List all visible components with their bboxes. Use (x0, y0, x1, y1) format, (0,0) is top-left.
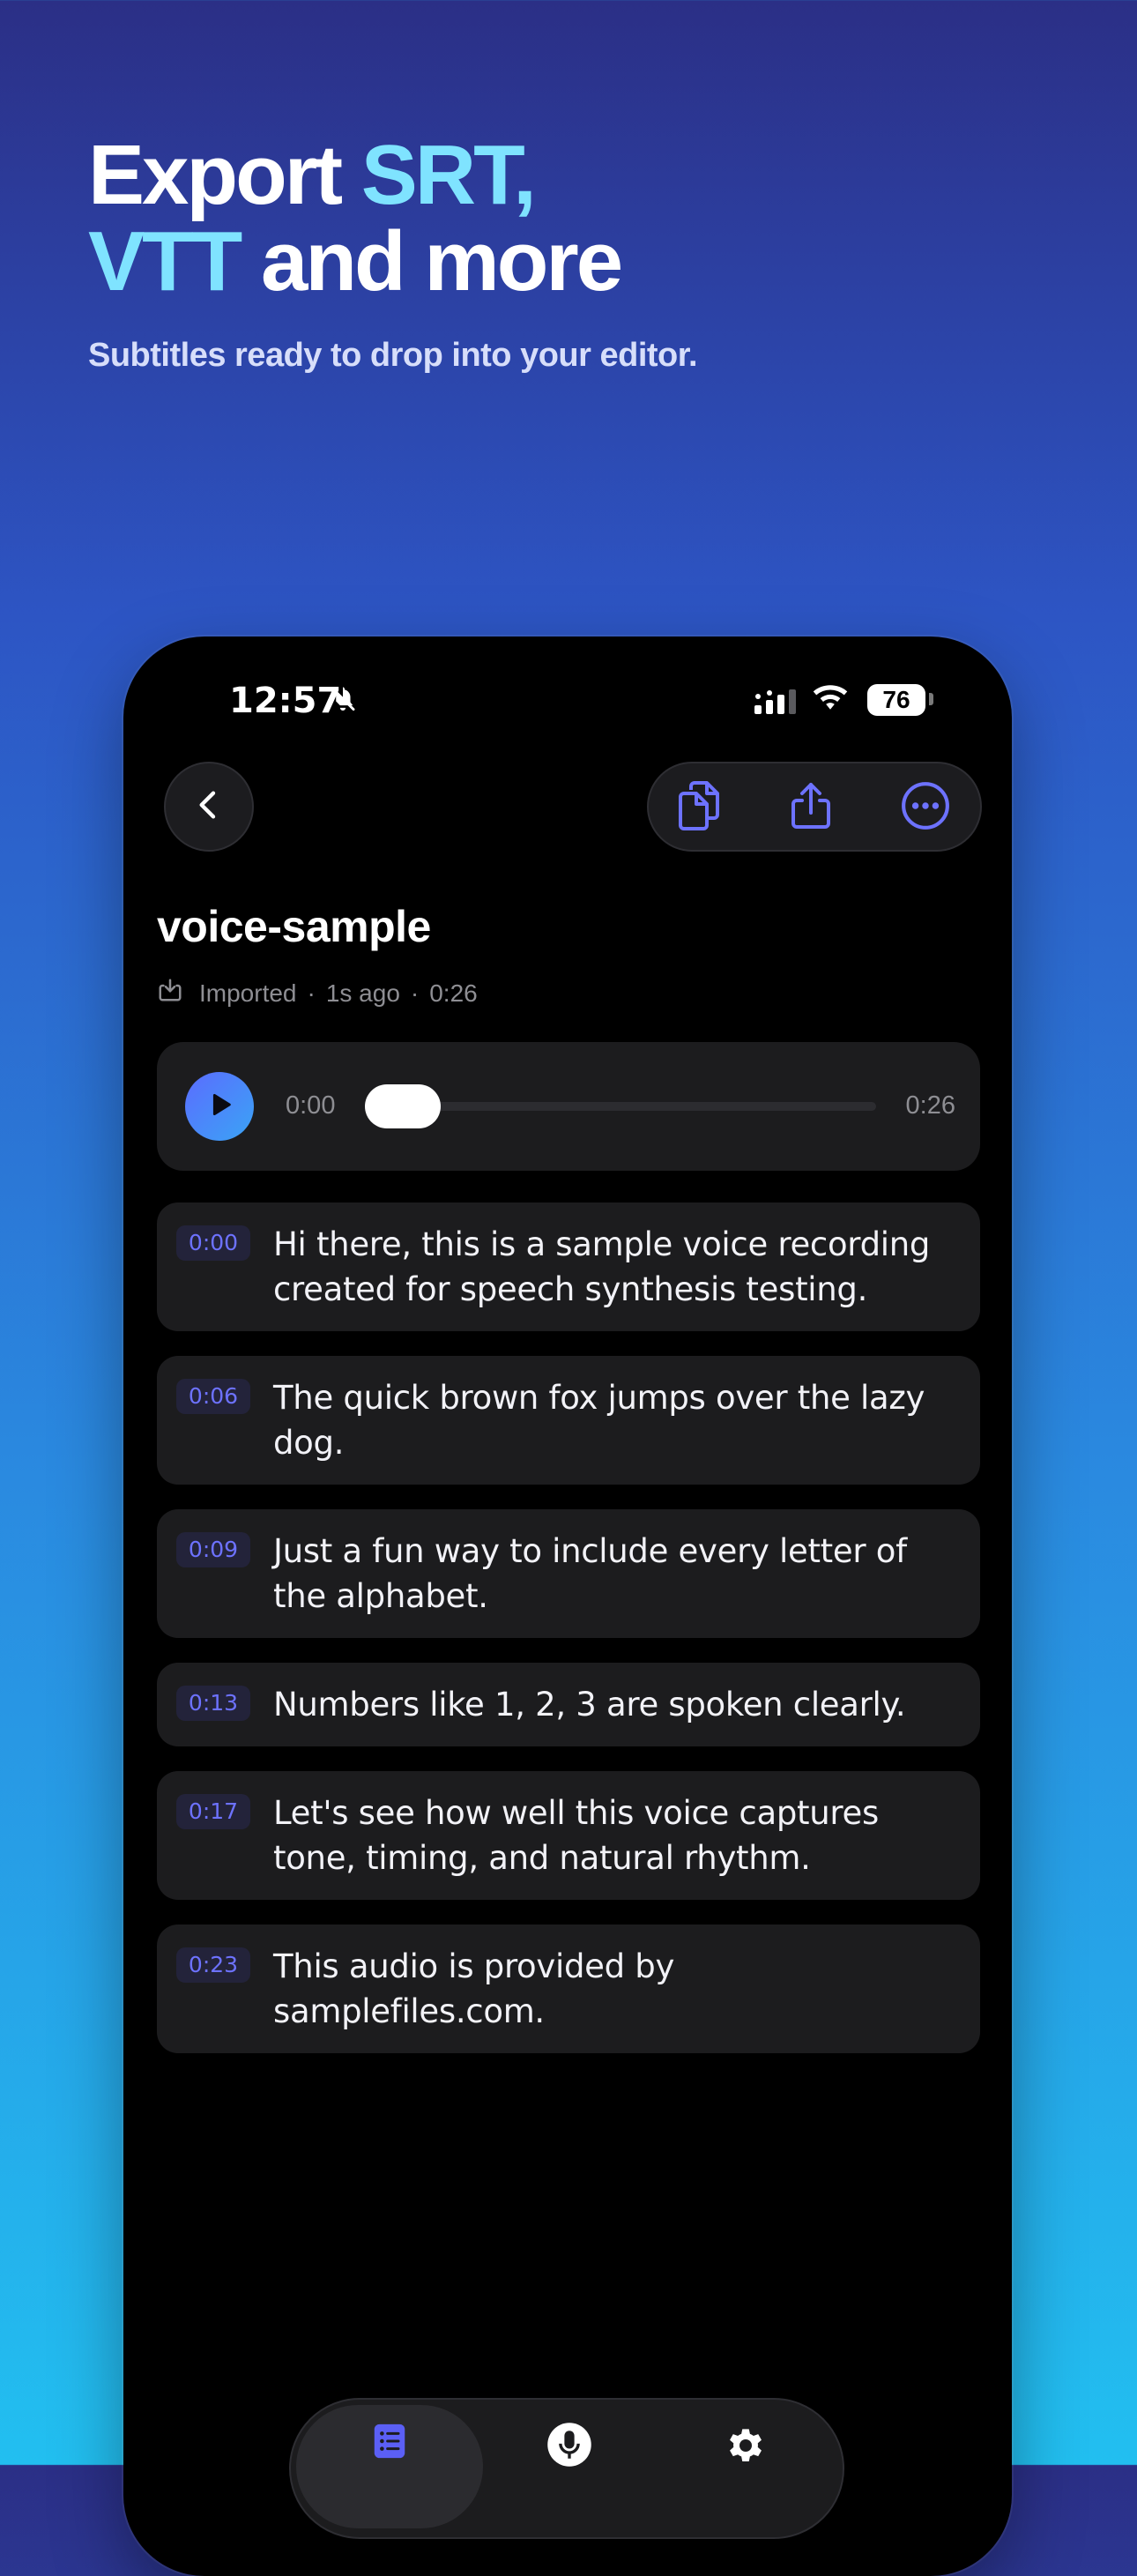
headline-accent-2: VTT (88, 214, 242, 309)
progress-track[interactable] (365, 1102, 876, 1111)
segment-text: Let's see how well this voice captures t… (273, 1794, 879, 1877)
phone-frame: 12:57 76 voice-sample Imported · 1s ago … (123, 637, 1012, 2576)
headline-line-2: VTT and more (88, 219, 623, 305)
more-button[interactable] (897, 779, 954, 836)
chevron-left-icon (191, 787, 227, 827)
scrubber-thumb[interactable] (365, 1084, 441, 1128)
headline-subtitle: Subtitles ready to drop into your editor… (88, 337, 698, 374)
segment-timestamp[interactable]: 0:09 (176, 1532, 250, 1567)
status-time: 12:57 (229, 681, 342, 721)
segment-text: The quick brown fox jumps over the lazy … (273, 1379, 925, 1462)
share-icon (788, 779, 834, 837)
more-icon (900, 780, 951, 836)
transcripts-icon (369, 2421, 410, 2528)
audio-player: 0:00 0:26 (157, 1042, 980, 1171)
transcript-segment[interactable]: 0:00 Hi there, this is a sample voice rec… (157, 1202, 980, 1331)
headline-line-1: Export SRT, (88, 132, 621, 219)
wifi-icon (811, 682, 850, 717)
play-icon (204, 1090, 234, 1124)
share-button[interactable] (783, 779, 839, 836)
segment-timestamp[interactable]: 0:13 (176, 1686, 250, 1721)
headline-plain-2: and more (240, 214, 623, 309)
copy-button[interactable] (670, 779, 726, 836)
segment-timestamp[interactable]: 0:23 (176, 1947, 250, 1983)
transcript-segment[interactable]: 0:23 This audio is provided by samplefile… (157, 1925, 980, 2053)
signal-icon (754, 688, 800, 718)
microphone-icon (546, 2421, 593, 2528)
tab-record[interactable] (476, 2405, 663, 2528)
battery-indicator: 76 (867, 684, 925, 716)
meta-separator: · (410, 979, 420, 1007)
battery-tip (929, 693, 933, 705)
meta-separator: · (307, 979, 316, 1007)
transcript-segment[interactable]: 0:17 Let's see how well this voice captur… (157, 1771, 980, 1900)
tab-transcripts[interactable] (296, 2405, 483, 2528)
segment-text: Numbers like 1, 2, 3 are spoken clearly. (273, 1686, 906, 1724)
headline: Export SRT, VTT and more (88, 132, 623, 305)
transcript-segment[interactable]: 0:09 Just a fun way to include every lett… (157, 1509, 980, 1638)
recording-duration: 0:26 (429, 979, 478, 1007)
segment-timestamp[interactable]: 0:17 (176, 1794, 250, 1829)
recording-source: Imported (199, 979, 297, 1007)
copy-icon (673, 779, 723, 837)
recording-title: voice-sample (157, 902, 431, 951)
current-time: 0:00 (286, 1091, 336, 1120)
transcript-segment[interactable]: 0:13 Numbers like 1, 2, 3 are spoken clea… (157, 1663, 980, 1746)
headline-accent-1: SRT, (360, 128, 537, 222)
tab-bar (289, 2398, 844, 2539)
transcript-segment[interactable]: 0:06 The quick brown fox jumps over the l… (157, 1356, 980, 1485)
recording-meta: Imported · 1s ago · 0:26 (157, 977, 478, 1009)
transcript-list: 0:00 Hi there, this is a sample voice rec… (157, 1202, 980, 2078)
segment-text: This audio is provided by samplefiles.co… (273, 1947, 675, 2030)
import-icon (157, 977, 183, 1009)
segment-text: Hi there, this is a sample voice recordi… (273, 1225, 931, 1308)
recording-age: 1s ago (325, 979, 400, 1007)
play-button[interactable] (185, 1072, 254, 1141)
bell-slash-icon (328, 684, 358, 718)
status-bar: 12:57 76 (123, 637, 1012, 769)
back-button[interactable] (164, 762, 254, 852)
settings-icon (721, 2421, 770, 2528)
segment-timestamp[interactable]: 0:00 (176, 1225, 250, 1261)
segment-text: Just a fun way to include every letter o… (273, 1532, 907, 1615)
headline-plain-1: Export (88, 128, 361, 222)
total-time: 0:26 (905, 1091, 955, 1120)
tab-settings[interactable] (652, 2405, 839, 2528)
toolbar-actions (647, 762, 982, 852)
segment-timestamp[interactable]: 0:06 (176, 1379, 250, 1414)
